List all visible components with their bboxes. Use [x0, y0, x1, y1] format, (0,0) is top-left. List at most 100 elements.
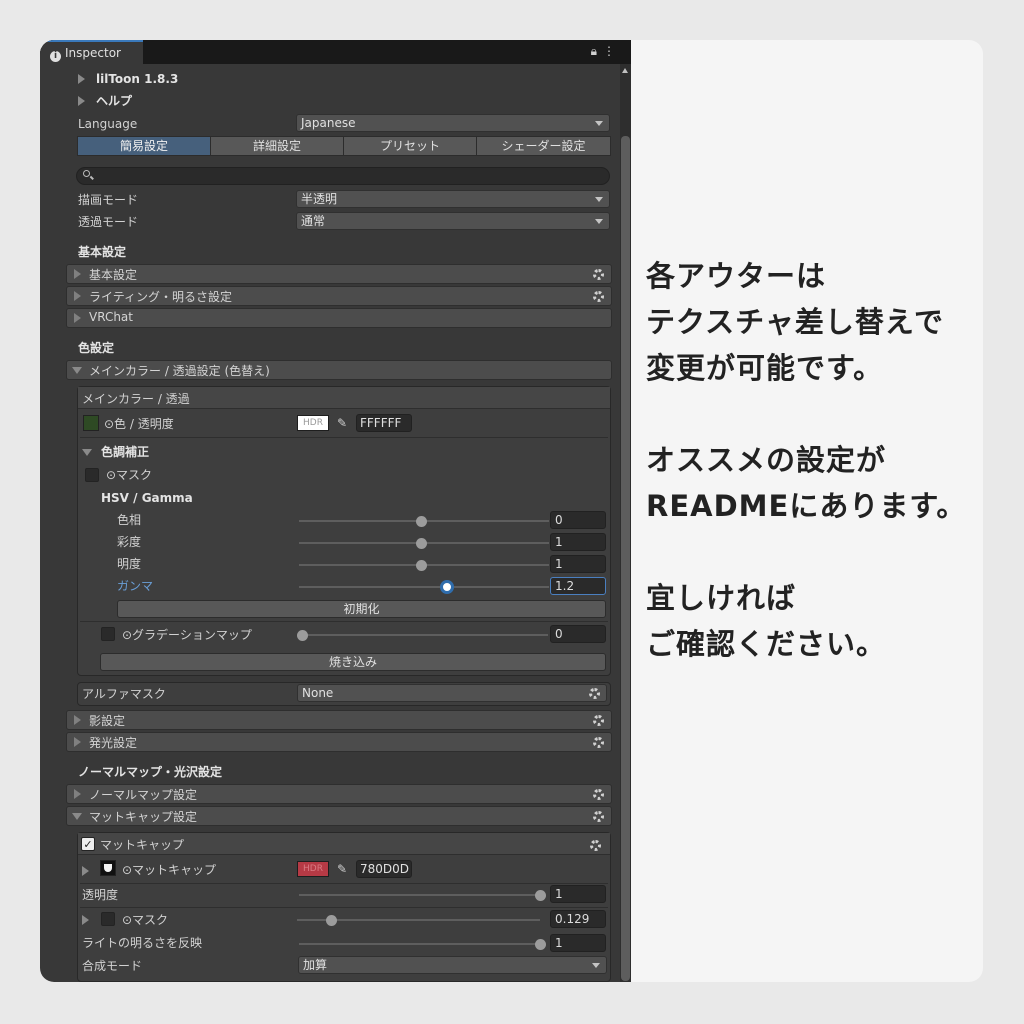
- brightness-slider-label: 明度: [117, 557, 142, 571]
- gamma-slider-value-field[interactable]: 1.2: [550, 577, 606, 595]
- gear-icon[interactable]: [593, 269, 604, 280]
- matcap-texture-thumbnail[interactable]: [100, 860, 116, 876]
- light-reflect-slider-value-field[interactable]: 1: [550, 934, 606, 952]
- divider: [80, 621, 608, 622]
- gear-icon[interactable]: [593, 291, 604, 302]
- tab-simple-settings[interactable]: 簡易設定: [77, 136, 211, 156]
- opacity-slider-track[interactable]: [299, 894, 540, 896]
- light-reflect-slider-handle[interactable]: [534, 938, 546, 950]
- more-menu-icon[interactable]: ⋮: [603, 44, 621, 58]
- reset-button[interactable]: 初期化: [117, 600, 606, 618]
- mask-expand-icon[interactable]: [82, 915, 89, 925]
- gear-icon[interactable]: [593, 737, 604, 748]
- basic-settings-foldout[interactable]: 基本設定: [66, 264, 612, 284]
- matcap-color-swatch[interactable]: HDR: [297, 861, 329, 877]
- expand-icon: [74, 737, 81, 747]
- language-label: Language: [78, 117, 138, 131]
- expand-icon: [74, 789, 81, 799]
- gear-icon[interactable]: [590, 840, 601, 851]
- shadow-foldout[interactable]: 影設定: [66, 710, 612, 730]
- light-reflect-slider-track[interactable]: [299, 943, 540, 945]
- matcap-settings-foldout[interactable]: マットキャップ設定: [66, 806, 612, 826]
- scrollbar[interactable]: [620, 64, 631, 982]
- matcap-enable-checkbox[interactable]: ✓: [81, 837, 95, 851]
- alpha-mask-dropdown[interactable]: None: [297, 684, 607, 702]
- language-dropdown[interactable]: Japanese: [296, 114, 610, 132]
- eyedropper-icon[interactable]: ✎: [333, 861, 351, 877]
- chevron-down-icon: [595, 219, 603, 224]
- note-line-8: 宜しければ: [646, 581, 797, 615]
- mask-texture-slot[interactable]: [85, 468, 99, 482]
- lock-icon[interactable]: 🔒︎: [591, 44, 603, 58]
- help-foldout[interactable]: ヘルプ: [96, 93, 132, 109]
- chevron-down-icon: [592, 963, 600, 968]
- note-line-9: ご確認ください。: [646, 627, 887, 661]
- eyedropper-icon[interactable]: ✎: [333, 415, 351, 431]
- main-color-foldout[interactable]: メインカラー / 透過設定 (色替え): [66, 360, 612, 380]
- note-line-6: READMEにあります。: [646, 489, 967, 523]
- gradation-map-slider-track[interactable]: [302, 634, 548, 636]
- gradation-map-checkbox[interactable]: [101, 627, 115, 641]
- main-color-hex-field[interactable]: FFFFFF: [356, 414, 412, 432]
- saturation-slider-value-field[interactable]: 1: [550, 533, 606, 551]
- chevron-down-icon: [595, 197, 603, 202]
- emission-foldout[interactable]: 発光設定: [66, 732, 612, 752]
- main-color-box-title: メインカラー / 透過: [82, 392, 190, 406]
- tone-collapse-icon[interactable]: [82, 449, 92, 456]
- inspector-tab[interactable]: i Inspector: [40, 40, 143, 64]
- render-mode-label: 描画モード: [78, 193, 139, 207]
- transparent-mode-dropdown[interactable]: 通常: [296, 212, 610, 230]
- expand-icon: [74, 269, 81, 279]
- render-mode-dropdown[interactable]: 半透明: [296, 190, 610, 208]
- tab-presets[interactable]: プリセット: [343, 136, 477, 156]
- expand-icon: [74, 715, 81, 725]
- main-texture-thumbnail[interactable]: [83, 415, 99, 431]
- normal-map-foldout[interactable]: ノーマルマップ設定: [66, 784, 612, 804]
- matcap-box-title: マットキャップ: [100, 838, 185, 852]
- tab-detailed-settings[interactable]: 詳細設定: [210, 136, 344, 156]
- matcap-mask-slider-handle[interactable]: [325, 914, 337, 926]
- normal-section-title: ノーマルマップ・光沢設定: [78, 765, 223, 779]
- blend-mode-dropdown[interactable]: 加算: [298, 956, 607, 974]
- matcap-mask-slot[interactable]: [101, 912, 115, 926]
- gear-icon[interactable]: [589, 688, 600, 699]
- vrchat-foldout[interactable]: VRChat: [66, 308, 612, 328]
- matcap-mask-slider-value-field[interactable]: 0.129: [550, 910, 606, 928]
- hue-slider-handle[interactable]: [416, 515, 427, 527]
- brightness-slider-value-field[interactable]: 1: [550, 555, 606, 573]
- search-input[interactable]: [76, 167, 610, 185]
- note-line-5: オススメの設定が: [646, 443, 887, 477]
- collapse-icon: [72, 813, 82, 820]
- gear-icon[interactable]: [593, 715, 604, 726]
- bake-button[interactable]: 焼き込み: [100, 653, 606, 671]
- gradation-map-slider-value-field[interactable]: 0: [550, 625, 606, 643]
- gradation-map-slider-handle[interactable]: [296, 629, 308, 641]
- plugin-expand-icon[interactable]: [78, 74, 85, 84]
- opacity-slider-handle[interactable]: [534, 889, 546, 901]
- matcap-hex-field[interactable]: 780D0D: [356, 860, 412, 878]
- matcap-label: ⊙マットキャップ: [122, 863, 217, 877]
- gamma-slider-track[interactable]: [299, 586, 549, 588]
- hue-slider-value-field[interactable]: 0: [550, 511, 606, 529]
- tab-tools[interactable]: 🔒︎⋮: [591, 44, 621, 59]
- opacity-slider-value-field[interactable]: 1: [550, 885, 606, 903]
- matcap-expand-icon[interactable]: [82, 866, 89, 876]
- hue-slider-label: 色相: [117, 513, 142, 527]
- note-line-3: 変更が可能です。: [646, 351, 884, 385]
- divider: [80, 907, 608, 908]
- main-color-swatch[interactable]: HDR: [297, 415, 329, 431]
- lighting-settings-foldout[interactable]: ライティング・明るさ設定: [66, 286, 612, 306]
- scrollbar-thumb[interactable]: [621, 136, 630, 981]
- saturation-slider-handle[interactable]: [416, 537, 427, 549]
- gamma-slider-handle[interactable]: [439, 580, 454, 594]
- scroll-up-icon[interactable]: [622, 68, 628, 73]
- tone-correction-title[interactable]: 色調補正: [101, 444, 149, 460]
- plugin-title[interactable]: lilToon 1.8.3: [96, 71, 178, 87]
- basic-section-title: 基本設定: [78, 245, 127, 259]
- gear-icon[interactable]: [593, 811, 604, 822]
- brightness-slider-handle[interactable]: [416, 559, 427, 571]
- note-line-1: 各アウターは: [646, 259, 827, 293]
- help-expand-icon[interactable]: [78, 96, 85, 106]
- tab-shader-settings[interactable]: シェーダー設定: [476, 136, 611, 156]
- gear-icon[interactable]: [593, 789, 604, 800]
